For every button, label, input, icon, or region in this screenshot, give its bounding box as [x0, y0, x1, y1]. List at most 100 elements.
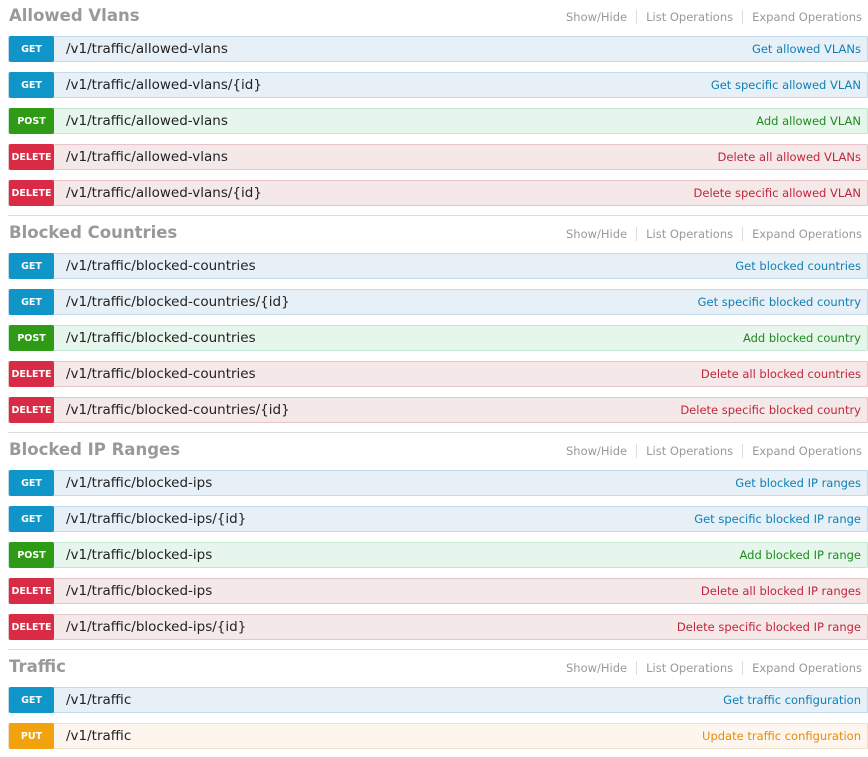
operation-row[interactable]: GET /v1/traffic/allowed-vlans/{id} Get s… — [8, 72, 868, 98]
operation-summary[interactable]: Delete all blocked countries — [701, 367, 861, 381]
operation-summary[interactable]: Add blocked IP range — [740, 548, 861, 562]
show-hide-link[interactable]: Show/Hide — [566, 444, 627, 458]
method-badge[interactable]: GET — [9, 289, 54, 315]
method-badge[interactable]: DELETE — [9, 614, 54, 640]
expand-operations-link[interactable]: Expand Operations — [752, 227, 862, 241]
section-divider — [8, 215, 868, 216]
operation-row[interactable]: POST /v1/traffic/allowed-vlans Add allow… — [8, 108, 868, 134]
show-hide-link[interactable]: Show/Hide — [566, 661, 627, 675]
list-operations-link[interactable]: List Operations — [646, 10, 733, 24]
operation-summary[interactable]: Add allowed VLAN — [756, 114, 861, 128]
operation-summary[interactable]: Delete specific allowed VLAN — [694, 186, 861, 200]
list-operations-link[interactable]: List Operations — [646, 444, 733, 458]
operation-row[interactable]: GET /v1/traffic/allowed-vlans Get allowe… — [8, 36, 868, 62]
operation-summary[interactable]: Delete specific blocked IP range — [677, 620, 861, 634]
operation-summary[interactable]: Get blocked countries — [735, 259, 861, 273]
operation-summary[interactable]: Get traffic configuration — [723, 693, 861, 707]
method-badge[interactable]: DELETE — [9, 578, 54, 604]
list-operations-link[interactable]: List Operations — [646, 227, 733, 241]
section-divider — [8, 649, 868, 650]
operation-row[interactable]: DELETE /v1/traffic/blocked-ips/{id} Dele… — [8, 614, 868, 640]
operation-row[interactable]: GET /v1/traffic Get traffic configuratio… — [8, 687, 868, 713]
operation-path[interactable]: /v1/traffic/blocked-countries — [66, 330, 256, 346]
divider — [742, 444, 744, 458]
operation-row[interactable]: GET /v1/traffic/blocked-countries/{id} G… — [8, 289, 868, 315]
operation-path[interactable]: /v1/traffic/blocked-ips — [66, 547, 212, 563]
resource-actions: Show/Hide List Operations Expand Operati… — [566, 661, 862, 675]
operation-summary[interactable]: Get specific allowed VLAN — [711, 78, 861, 92]
resource-title[interactable]: Allowed Vlans — [9, 6, 140, 25]
method-badge[interactable]: DELETE — [9, 180, 54, 206]
operation-path[interactable]: /v1/traffic/blocked-countries — [66, 258, 256, 274]
operation-path[interactable]: /v1/traffic/allowed-vlans — [66, 41, 228, 57]
method-badge[interactable]: DELETE — [9, 361, 54, 387]
method-badge[interactable]: PUT — [9, 723, 54, 749]
method-badge[interactable]: GET — [9, 253, 54, 279]
expand-operations-link[interactable]: Expand Operations — [752, 444, 862, 458]
operation-path[interactable]: /v1/traffic/blocked-ips — [66, 475, 212, 491]
operation-row[interactable]: DELETE /v1/traffic/blocked-countries/{id… — [8, 397, 868, 423]
expand-operations-link[interactable]: Expand Operations — [752, 661, 862, 675]
operation-path[interactable]: /v1/traffic/allowed-vlans/{id} — [66, 77, 262, 93]
operation-path[interactable]: /v1/traffic/blocked-countries/{id} — [66, 402, 290, 418]
divider — [636, 10, 638, 24]
operation-row[interactable]: GET /v1/traffic/blocked-ips/{id} Get spe… — [8, 506, 868, 532]
operation-path[interactable]: /v1/traffic/allowed-vlans/{id} — [66, 185, 262, 201]
operation-row[interactable]: DELETE /v1/traffic/allowed-vlans Delete … — [8, 144, 868, 170]
operation-row[interactable]: GET /v1/traffic/blocked-countries Get bl… — [8, 253, 868, 279]
resource-header: Blocked Countries Show/Hide List Operati… — [8, 223, 868, 249]
expand-operations-link[interactable]: Expand Operations — [752, 10, 862, 24]
operation-row[interactable]: POST /v1/traffic/blocked-countries Add b… — [8, 325, 868, 351]
operation-summary[interactable]: Add blocked country — [743, 331, 861, 345]
operation-summary[interactable]: Delete all allowed VLANs — [718, 150, 861, 164]
operation-summary[interactable]: Get specific blocked country — [698, 295, 861, 309]
operation-path[interactable]: /v1/traffic/blocked-ips/{id} — [66, 511, 246, 527]
resource-actions: Show/Hide List Operations Expand Operati… — [566, 444, 862, 458]
operation-row[interactable]: DELETE /v1/traffic/blocked-ips Delete al… — [8, 578, 868, 604]
show-hide-link[interactable]: Show/Hide — [566, 10, 627, 24]
resource-header: Blocked IP Ranges Show/Hide List Operati… — [8, 440, 868, 466]
resource-allowed-vlans: Allowed Vlans Show/Hide List Operations … — [8, 6, 868, 206]
operation-row[interactable]: DELETE /v1/traffic/allowed-vlans/{id} De… — [8, 180, 868, 206]
resource-blocked-ip-ranges: Blocked IP Ranges Show/Hide List Operati… — [8, 440, 868, 640]
divider — [742, 661, 744, 675]
resource-title[interactable]: Blocked IP Ranges — [9, 440, 180, 459]
method-badge[interactable]: GET — [9, 470, 54, 496]
operation-path[interactable]: /v1/traffic/allowed-vlans — [66, 113, 228, 129]
divider — [742, 10, 744, 24]
operation-path[interactable]: /v1/traffic — [66, 728, 131, 744]
operation-path[interactable]: /v1/traffic/blocked-countries — [66, 366, 256, 382]
resource-title[interactable]: Traffic — [9, 657, 66, 676]
operation-summary[interactable]: Update traffic configuration — [702, 729, 861, 743]
operation-summary[interactable]: Get allowed VLANs — [752, 42, 861, 56]
divider — [742, 227, 744, 241]
divider — [636, 444, 638, 458]
resource-title[interactable]: Blocked Countries — [9, 223, 177, 242]
method-badge[interactable]: DELETE — [9, 397, 54, 423]
resource-header: Traffic Show/Hide List Operations Expand… — [8, 657, 868, 683]
operation-summary[interactable]: Delete all blocked IP ranges — [701, 584, 861, 598]
method-badge[interactable]: GET — [9, 36, 54, 62]
operation-path[interactable]: /v1/traffic/blocked-ips — [66, 583, 212, 599]
operation-summary[interactable]: Get blocked IP ranges — [735, 476, 861, 490]
show-hide-link[interactable]: Show/Hide — [566, 227, 627, 241]
list-operations-link[interactable]: List Operations — [646, 661, 733, 675]
resource-actions: Show/Hide List Operations Expand Operati… — [566, 227, 862, 241]
operation-summary[interactable]: Delete specific blocked country — [680, 403, 861, 417]
method-badge[interactable]: POST — [9, 325, 54, 351]
operation-path[interactable]: /v1/traffic/blocked-ips/{id} — [66, 619, 246, 635]
operation-row[interactable]: DELETE /v1/traffic/blocked-countries Del… — [8, 361, 868, 387]
operation-row[interactable]: GET /v1/traffic/blocked-ips Get blocked … — [8, 470, 868, 496]
method-badge[interactable]: POST — [9, 108, 54, 134]
operation-path[interactable]: /v1/traffic — [66, 692, 131, 708]
operation-row[interactable]: POST /v1/traffic/blocked-ips Add blocked… — [8, 542, 868, 568]
method-badge[interactable]: DELETE — [9, 144, 54, 170]
operation-summary[interactable]: Get specific blocked IP range — [694, 512, 861, 526]
method-badge[interactable]: GET — [9, 687, 54, 713]
operation-row[interactable]: PUT /v1/traffic Update traffic configura… — [8, 723, 868, 749]
method-badge[interactable]: GET — [9, 506, 54, 532]
operation-path[interactable]: /v1/traffic/allowed-vlans — [66, 149, 228, 165]
operation-path[interactable]: /v1/traffic/blocked-countries/{id} — [66, 294, 290, 310]
method-badge[interactable]: GET — [9, 72, 54, 98]
method-badge[interactable]: POST — [9, 542, 54, 568]
